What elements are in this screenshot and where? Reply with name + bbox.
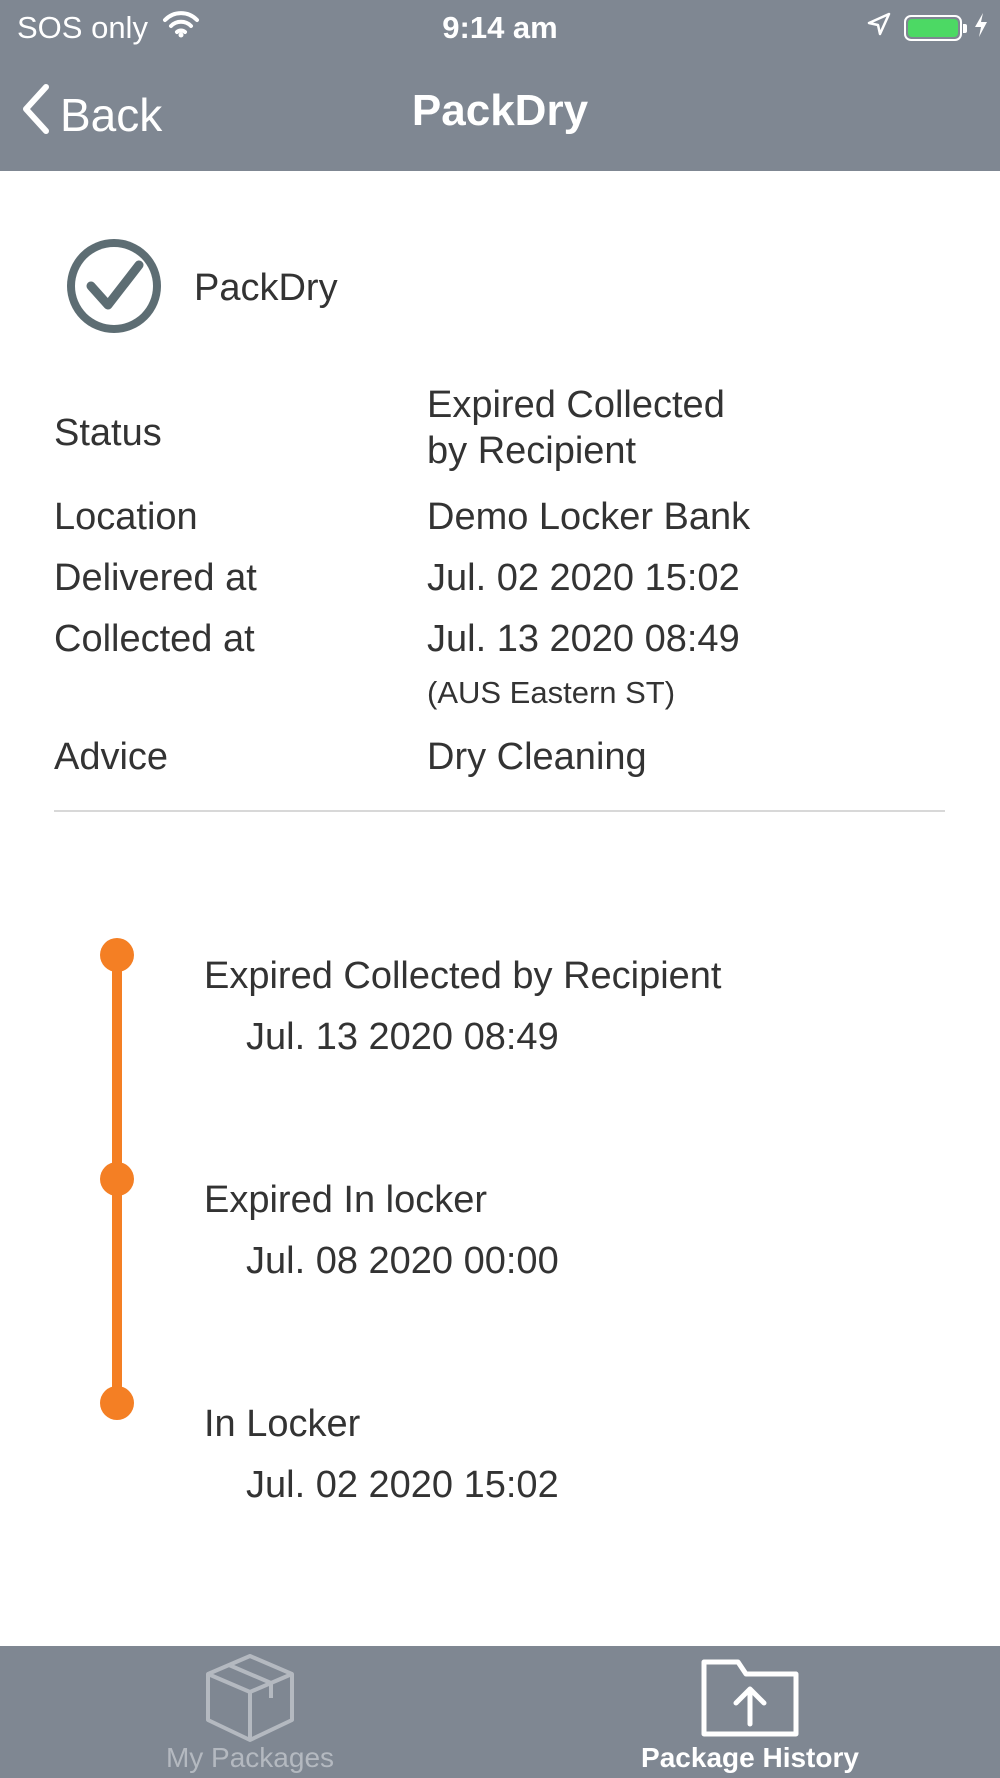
event-title: Expired Collected by Recipient <box>204 955 722 997</box>
package-box-icon <box>202 1652 298 1749</box>
location-arrow-icon <box>866 10 892 46</box>
event-title: In Locker <box>204 1403 361 1445</box>
folder-upload-icon <box>700 1658 800 1743</box>
page-title: PackDry <box>411 86 589 135</box>
event-date: Jul. 08 2020 00:00 <box>246 1240 559 1282</box>
timeline-dot <box>100 1386 134 1420</box>
status-value-line2: by Recipient <box>427 430 637 472</box>
tab-label: My Packages <box>165 1742 335 1773</box>
timeline-event: Expired In locker Jul. 08 2020 00:00 <box>204 1179 559 1283</box>
advice-label: Advice <box>54 736 169 778</box>
delivered-label: Delivered at <box>54 557 257 599</box>
timeline-event: In Locker Jul. 02 2020 15:02 <box>204 1403 559 1507</box>
battery-icon <box>904 15 967 41</box>
timeline-dot <box>100 938 134 972</box>
timeline-dot <box>100 1162 134 1196</box>
tab-package-history[interactable]: Package History <box>620 1646 880 1778</box>
package-name: PackDry <box>194 267 338 309</box>
detail-row-status: Status Expired Collected by Recipient <box>54 384 725 474</box>
status-time: 9:14 am <box>442 10 558 45</box>
tab-label: Package History <box>641 1742 859 1773</box>
top-bar: SOS only 9:14 am Back PackDry <box>0 0 1000 171</box>
status-bar: SOS only 9:14 am <box>0 0 1000 56</box>
advice-value: Dry Cleaning <box>427 736 647 778</box>
tab-bar: My Packages Package History <box>0 1646 1000 1778</box>
check-circle-icon <box>62 234 166 343</box>
status-value-line1: Expired Collected <box>427 384 725 426</box>
charging-bolt-icon <box>974 10 988 46</box>
detail-row-collected: Collected at Jul. 13 2020 08:49 (AUS Eas… <box>54 618 740 711</box>
collected-value: Jul. 13 2020 08:49 (AUS Eastern ST) <box>427 618 740 711</box>
battery-level <box>908 19 958 37</box>
delivered-value: Jul. 02 2020 15:02 <box>427 557 740 599</box>
event-date: Jul. 13 2020 08:49 <box>246 1016 559 1058</box>
detail-row-advice: Advice Dry Cleaning <box>54 736 647 779</box>
tab-my-packages[interactable]: My Packages <box>140 1646 360 1778</box>
detail-row-location: Location Demo Locker Bank <box>54 496 750 539</box>
navigation-bar: Back PackDry <box>0 56 1000 171</box>
timezone-note: (AUS Eastern ST) <box>427 675 676 710</box>
collected-label: Collected at <box>54 618 255 660</box>
details-divider <box>54 810 945 812</box>
location-value: Demo Locker Bank <box>427 496 751 538</box>
event-date: Jul. 02 2020 15:02 <box>246 1464 559 1506</box>
detail-row-delivered: Delivered at Jul. 02 2020 15:02 <box>54 557 740 600</box>
location-label: Location <box>54 496 198 538</box>
event-title: Expired In locker <box>204 1179 488 1221</box>
status-label: Status <box>54 412 162 454</box>
package-header: PackDry <box>62 234 338 343</box>
timeline-event: Expired Collected by Recipient Jul. 13 2… <box>204 955 722 1059</box>
collected-date: Jul. 13 2020 08:49 <box>427 618 740 660</box>
status-value: Expired Collected by Recipient <box>427 382 725 474</box>
status-right <box>866 10 988 46</box>
